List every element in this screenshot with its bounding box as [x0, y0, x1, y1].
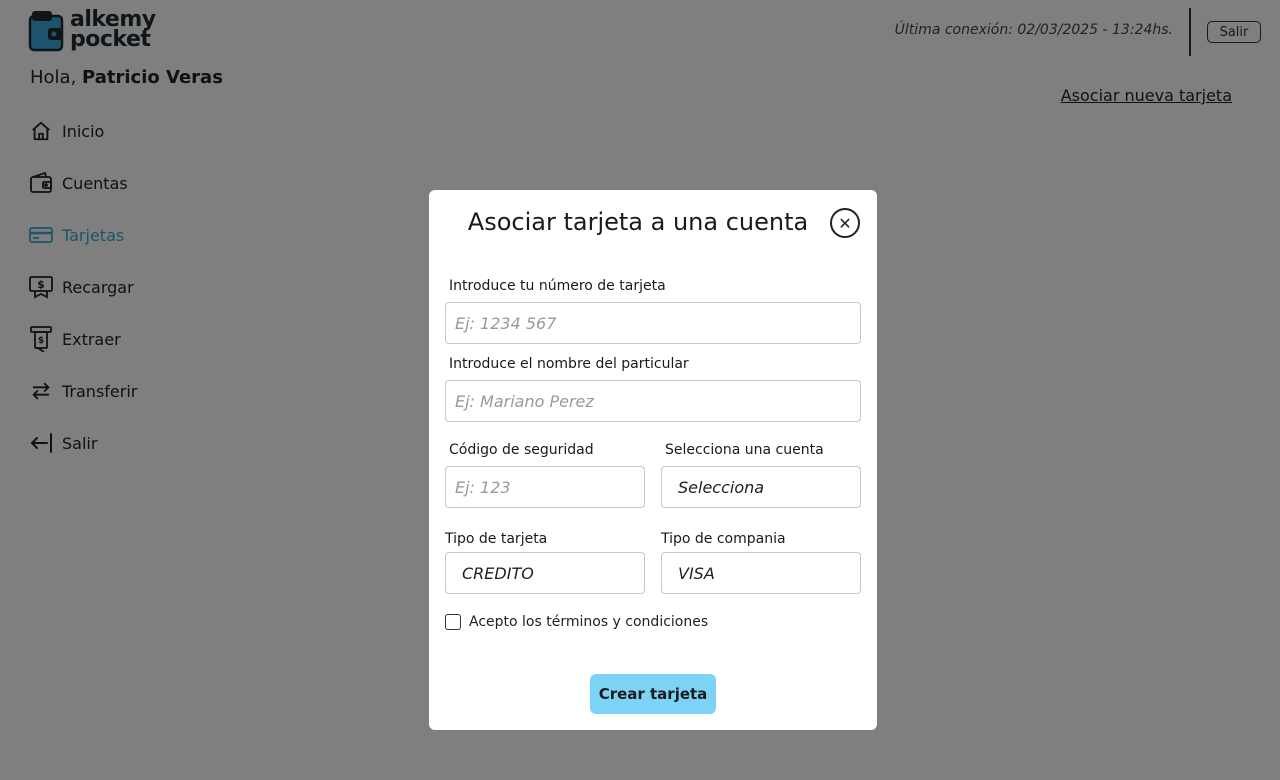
company-select[interactable]: VISA	[661, 552, 861, 594]
card-type-label: Tipo de tarjeta	[445, 531, 548, 547]
card-number-input[interactable]	[445, 302, 861, 344]
create-card-button[interactable]: Crear tarjeta	[590, 674, 716, 714]
holder-name-label: Introduce el nombre del particular	[449, 356, 689, 372]
account-label: Selecciona una cuenta	[665, 442, 824, 458]
card-type-select[interactable]: CREDITO	[445, 552, 645, 594]
associate-card-modal: Asociar tarjeta a una cuenta ✕ Introduce…	[429, 190, 877, 730]
company-label: Tipo de compania	[661, 531, 786, 547]
terms-checkbox[interactable]	[445, 614, 461, 630]
security-code-input[interactable]	[445, 466, 645, 508]
terms-row: Acepto los términos y condiciones	[445, 614, 708, 630]
account-select-value: Selecciona	[678, 477, 765, 497]
card-type-value: CREDITO	[462, 563, 534, 583]
security-code-label: Código de seguridad	[449, 442, 594, 458]
account-select[interactable]: Selecciona	[661, 466, 861, 508]
company-value: VISA	[678, 563, 715, 583]
app-page: alkemy pocket Última conexión: 02/03/202…	[0, 0, 1280, 780]
close-icon[interactable]: ✕	[830, 208, 860, 238]
holder-name-input[interactable]	[445, 380, 861, 422]
terms-label: Acepto los términos y condiciones	[469, 614, 709, 630]
modal-title: Asociar tarjeta a una cuenta	[467, 208, 809, 236]
card-number-label: Introduce tu número de tarjeta	[449, 278, 666, 294]
